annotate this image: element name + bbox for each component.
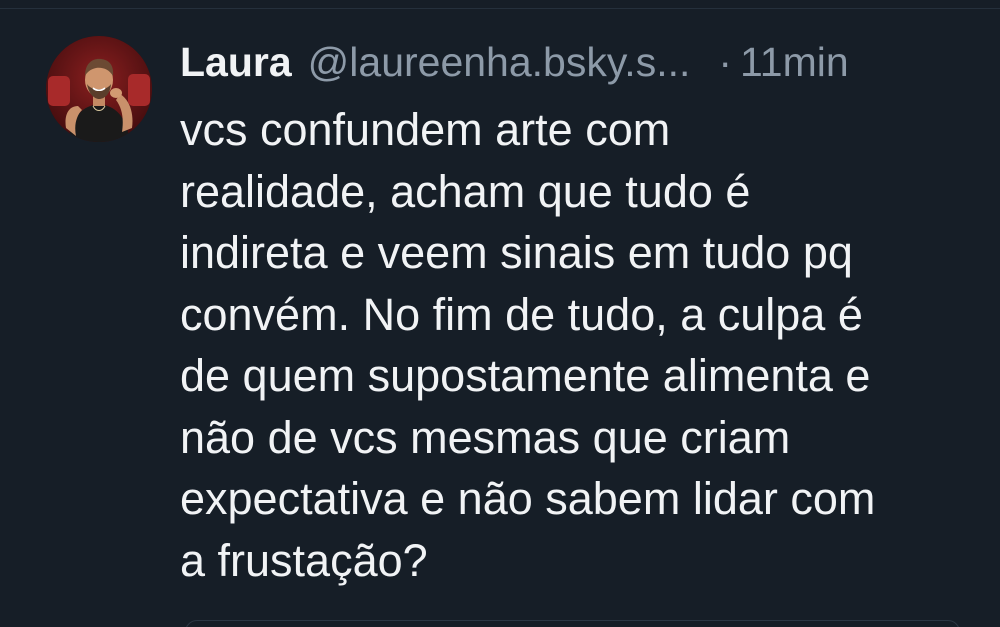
post-timestamp[interactable]: 11min: [740, 34, 849, 90]
post-text: vcs confundem arte com realidade, acham …: [180, 104, 876, 586]
separator-dot: ·: [718, 39, 733, 85]
avatar-image: [46, 36, 152, 142]
embedded-card-edge[interactable]: [185, 620, 960, 627]
post-card[interactable]: Laura @laureenha.bsky.s... · 11min vcs c…: [0, 0, 1000, 627]
divider: [0, 8, 1000, 9]
author-display-name[interactable]: Laura: [180, 34, 292, 90]
post-header: Laura @laureenha.bsky.s... · 11min: [180, 34, 980, 90]
author-handle[interactable]: @laureenha.bsky.s...: [308, 34, 691, 90]
avatar[interactable]: [46, 36, 152, 142]
post-content: Laura @laureenha.bsky.s... · 11min vcs c…: [180, 34, 980, 591]
